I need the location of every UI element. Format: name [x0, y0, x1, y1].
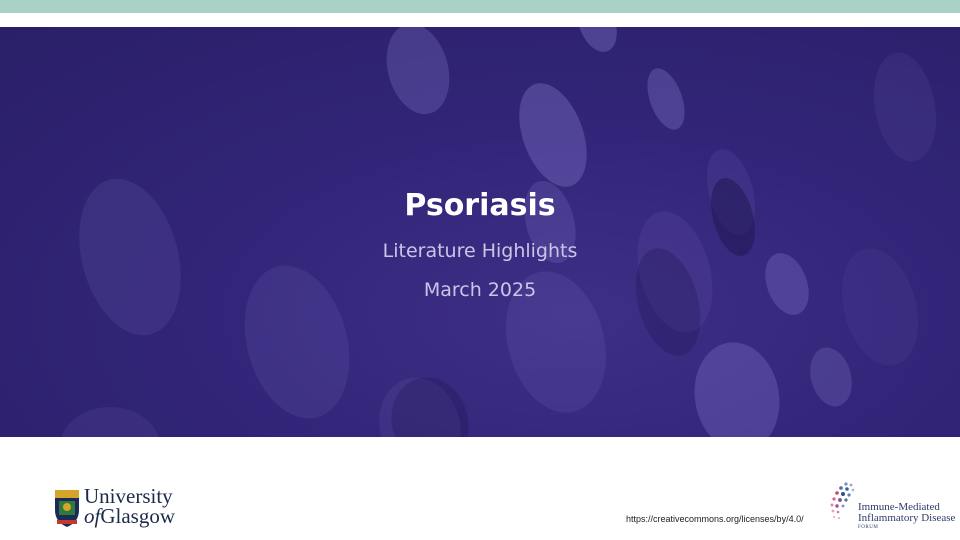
university-crest-icon [55, 490, 79, 527]
slide-date: March 2025 [423, 279, 537, 301]
forum-logo-line3: FORUM [858, 525, 879, 530]
immune-mediated-forum-logo: Immune-Mediated Inflammatory Disease FOR… [828, 480, 956, 532]
slide-title: Psoriasis [404, 188, 556, 223]
university-logo-of: of [84, 504, 101, 528]
top-accent-strip [0, 0, 960, 13]
university-of-glasgow-logo: University ofGlasgow [54, 486, 194, 530]
university-logo-glasgow: Glasgow [100, 504, 176, 528]
decorative-ellipses [61, 27, 937, 437]
slide-subtitle: Literature Highlights [382, 240, 578, 262]
forum-dots-icon [830, 482, 855, 519]
university-logo-line2: ofGlasgow [84, 506, 175, 527]
forum-logo-line2: Inflammatory Disease [858, 512, 956, 524]
license-url[interactable]: https://creativecommons.org/licenses/by/… [626, 514, 804, 524]
title-banner [0, 27, 960, 437]
